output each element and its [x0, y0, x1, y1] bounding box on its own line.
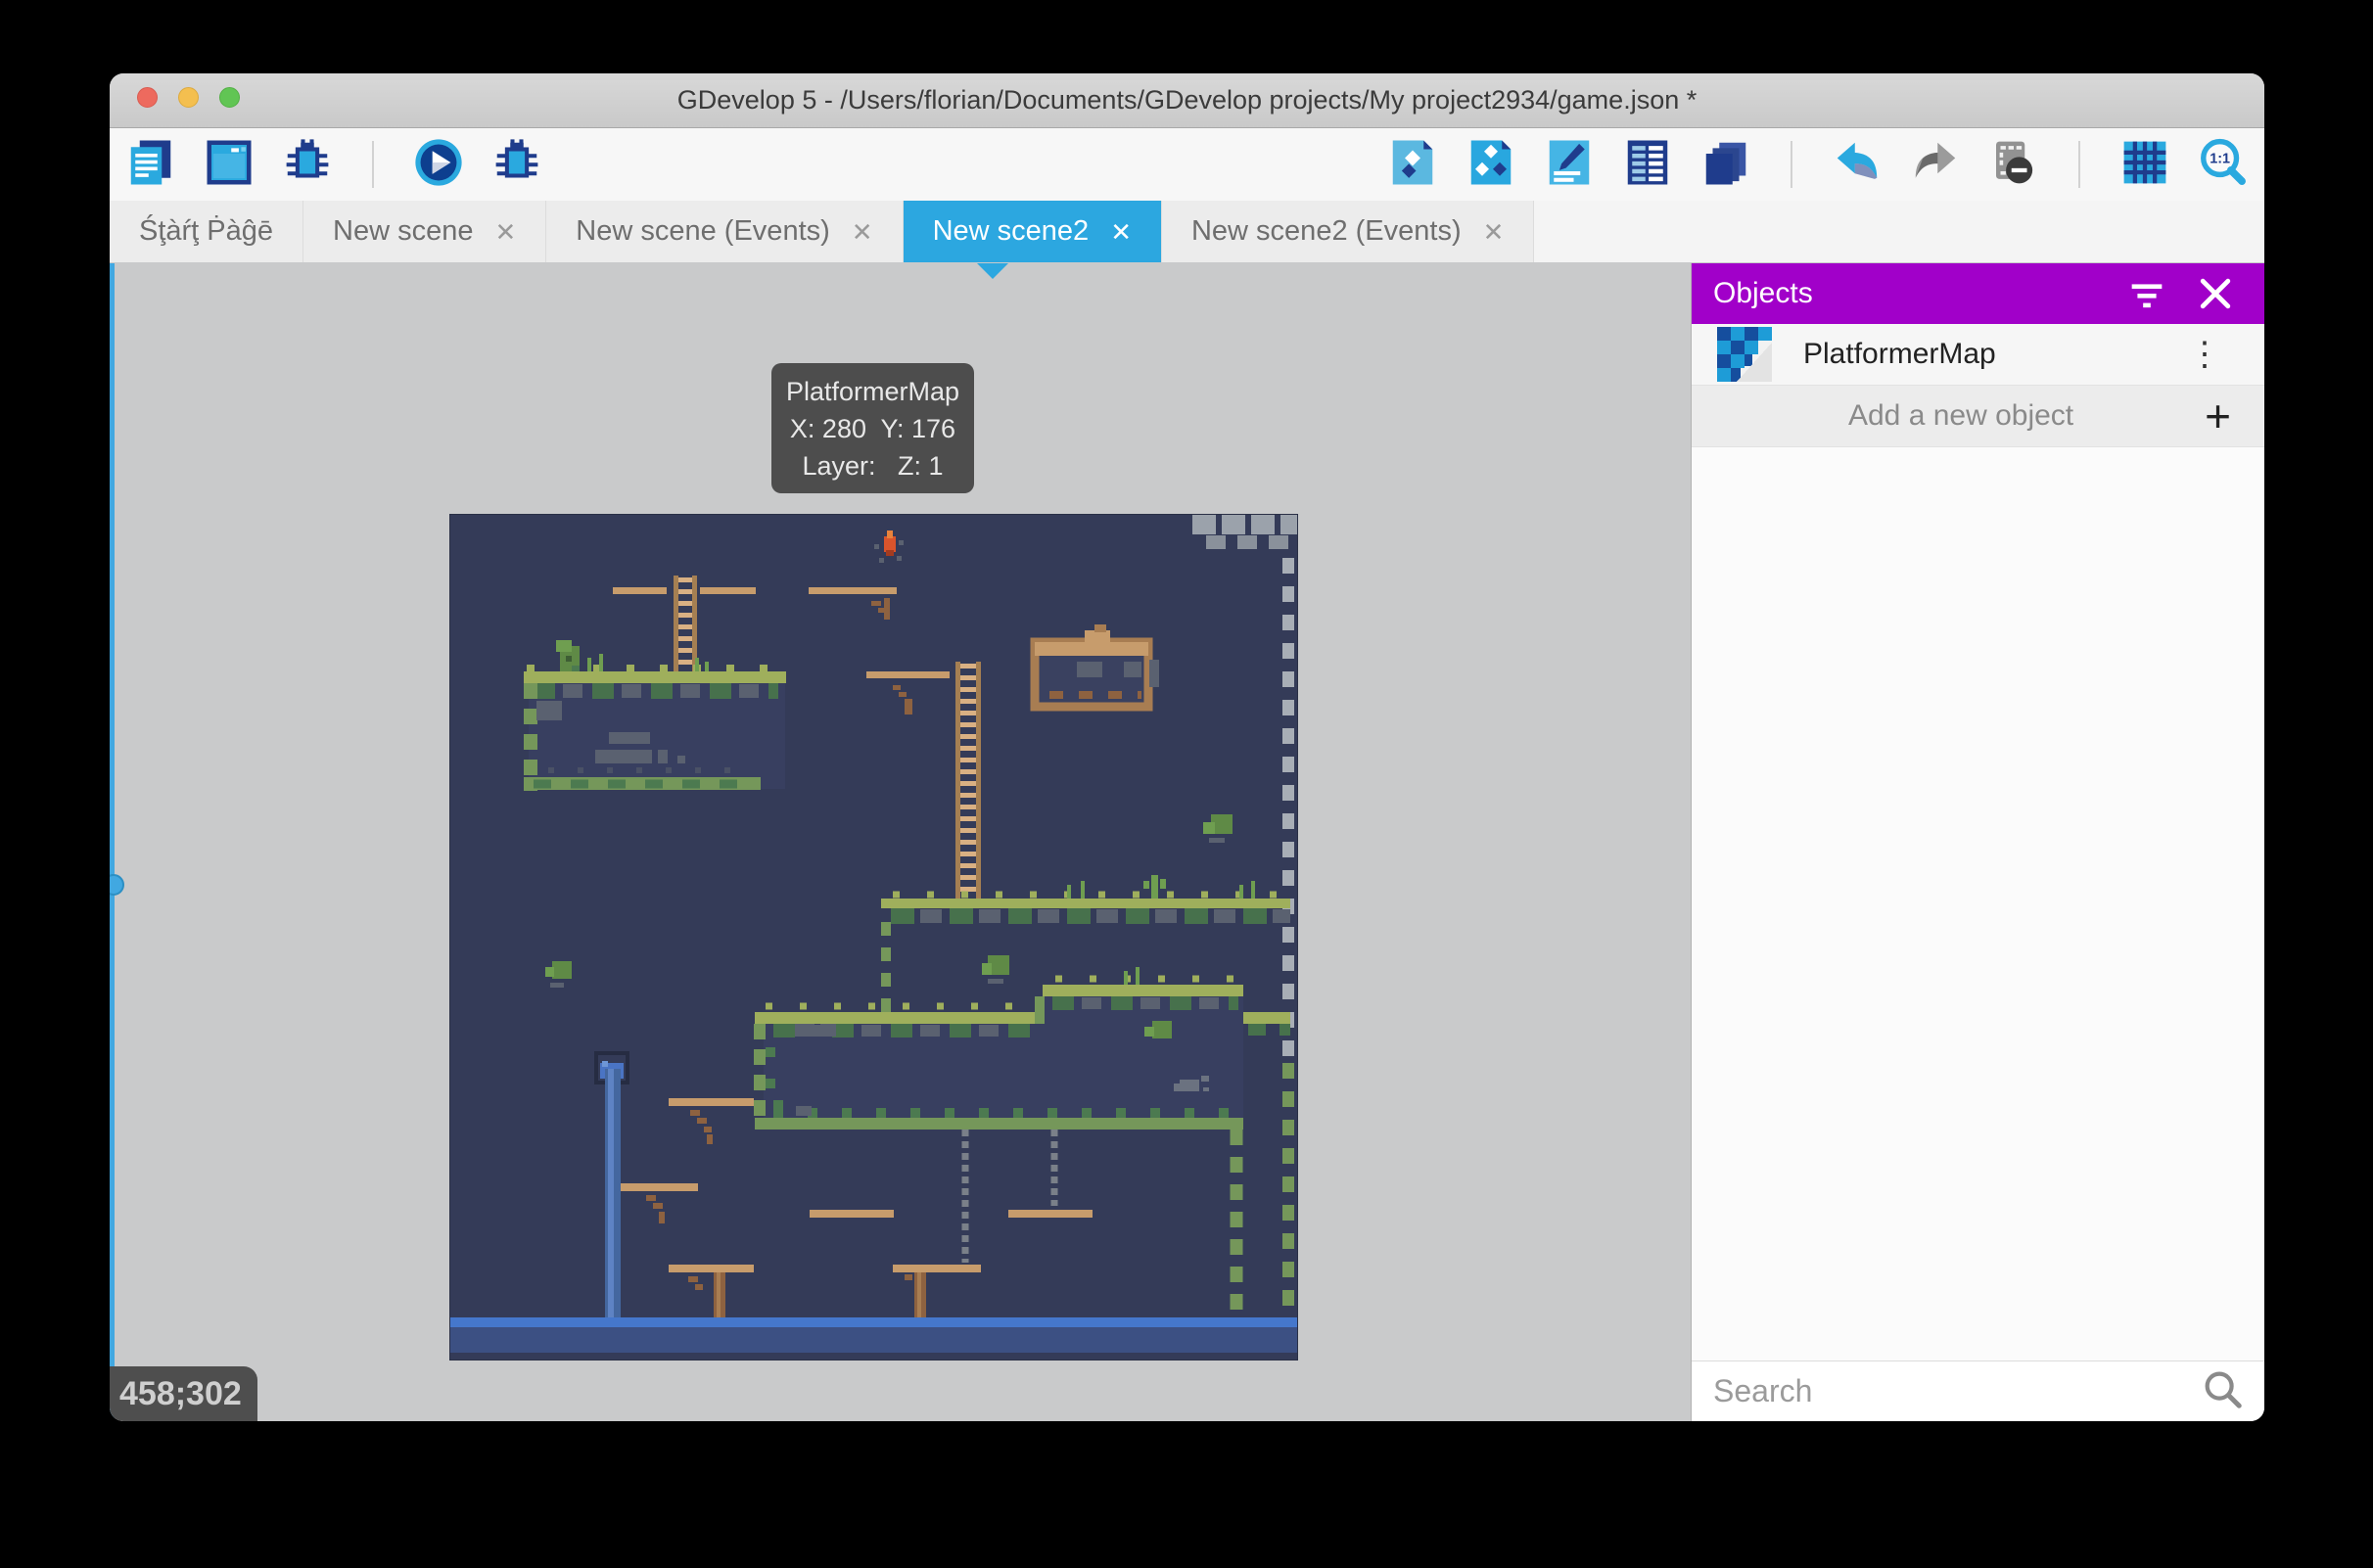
scene-window-button[interactable]: [202, 137, 256, 192]
pencil-page-icon: [1543, 136, 1596, 194]
objects-groups-button[interactable]: [1464, 137, 1518, 192]
tab-start-page[interactable]: Śţàŕţ Ṗàĝē: [110, 201, 303, 262]
mask-icon: [1987, 136, 2040, 194]
object-list-item[interactable]: PlatformerMap ⋮: [1692, 324, 2264, 386]
objects-panel-header: Objects: [1692, 263, 2264, 324]
close-tab-icon[interactable]: ✕: [1110, 219, 1132, 245]
title-bar: GDevelop 5 - /Users/florian/Documents/GD…: [110, 73, 2264, 128]
redo-button[interactable]: [1908, 137, 1963, 192]
objects-list-empty-area: [1692, 447, 2264, 1360]
add-icon: +: [2205, 393, 2239, 438]
tab-label: New scene (Events): [576, 215, 830, 248]
zoom-window-button[interactable]: [219, 87, 240, 108]
close-panel-icon[interactable]: [2188, 266, 2243, 321]
object-menu-kebab-icon[interactable]: ⋮: [2170, 338, 2239, 371]
add-new-object-label: Add a new object: [1717, 399, 2205, 433]
search-icon[interactable]: [2200, 1366, 2245, 1416]
zoom-1-1-button[interactable]: 1:1: [2196, 137, 2251, 192]
close-tab-icon[interactable]: ✕: [852, 219, 873, 245]
scene-window-icon: [203, 136, 256, 194]
scene-editor-canvas[interactable]: PlatformerMap X: 280 Y: 176 Layer: Z: 1 …: [110, 263, 1691, 1421]
objects-panel: Objects PlatformerMap ⋮ Ad: [1691, 263, 2264, 1421]
debug-button[interactable]: [280, 137, 335, 192]
object-tooltip: PlatformerMap X: 280 Y: 176 Layer: Z: 1: [771, 363, 974, 493]
tab-label: New scene2 (Events): [1191, 215, 1462, 248]
object-page-icon: [1386, 136, 1439, 194]
undo-icon: [1831, 136, 1884, 194]
editor-left-resize-guide[interactable]: [110, 263, 115, 1421]
object-thumbnail: [1717, 327, 1772, 382]
toggle-grid-button[interactable]: [2117, 137, 2172, 192]
editor-tab-bar: Śţàŕţ Ṗàĝē New scene ✕ New scene (Events…: [110, 201, 2264, 262]
add-new-object-row[interactable]: Add a new object +: [1692, 386, 2264, 447]
objects-panel-title: Objects: [1713, 277, 2106, 310]
tab-new-scene2[interactable]: New scene2 ✕: [904, 201, 1162, 262]
edit-scene-properties-button[interactable]: [1542, 137, 1597, 192]
search-input[interactable]: [1711, 1372, 2200, 1410]
gdevelop-window: GDevelop 5 - /Users/florian/Documents/GD…: [110, 73, 2264, 1421]
tab-new-scene-events[interactable]: New scene (Events) ✕: [546, 201, 903, 262]
tooltip-layer: Layer: Z: 1: [771, 447, 974, 484]
close-window-button[interactable]: [137, 87, 158, 108]
play-icon: [412, 136, 465, 194]
cursor-coordinates-badge: 458;302: [110, 1366, 257, 1421]
close-tab-icon[interactable]: ✕: [495, 219, 517, 245]
active-tab-notch: [977, 263, 1008, 279]
tab-label: New scene: [333, 215, 473, 248]
toolbar-separator: [1791, 141, 1792, 188]
bug-icon: [281, 136, 334, 194]
tab-label: Śţàŕţ Ṗàĝē: [139, 215, 273, 248]
object-name: PlatformerMap: [1803, 338, 2170, 371]
bug-icon: [490, 136, 543, 194]
toggle-mask-button[interactable]: [1986, 137, 2041, 192]
layers-icon: [1699, 136, 1752, 194]
tab-new-scene[interactable]: New scene ✕: [303, 201, 546, 262]
objects-search-bar: [1692, 1360, 2264, 1421]
objects-group-icon: [1465, 136, 1517, 194]
properties-list-button[interactable]: [1620, 137, 1675, 192]
resize-handle-dot[interactable]: [110, 874, 124, 896]
add-object-button[interactable]: [1385, 137, 1440, 192]
project-manager-icon: [124, 136, 177, 194]
window-title: GDevelop 5 - /Users/florian/Documents/GD…: [677, 85, 1697, 115]
tab-new-scene2-events[interactable]: New scene2 (Events) ✕: [1162, 201, 1534, 262]
scene-map[interactable]: [450, 515, 1297, 1360]
redo-icon: [1909, 136, 1962, 194]
tooltip-position: X: 280 Y: 176: [771, 410, 974, 447]
layers-button[interactable]: [1698, 137, 1753, 192]
toolbar-separator: [372, 141, 374, 188]
undo-button[interactable]: [1830, 137, 1884, 192]
close-tab-icon[interactable]: ✕: [1483, 219, 1505, 245]
tooltip-object-name: PlatformerMap: [771, 373, 974, 410]
tab-label: New scene2: [933, 215, 1090, 248]
toolbar-separator: [2078, 141, 2080, 188]
play-preview-button[interactable]: [411, 137, 466, 192]
grid-icon: [2118, 136, 2171, 194]
list-icon: [1621, 136, 1674, 194]
minimize-window-button[interactable]: [178, 87, 199, 108]
project-manager-button[interactable]: [123, 137, 178, 192]
debug-preview-button[interactable]: [489, 137, 544, 192]
svg-text:1:1: 1:1: [2210, 151, 2230, 166]
main-toolbar: 1:1: [110, 128, 2264, 201]
zoom-1-1-icon: 1:1: [2197, 136, 2250, 194]
filter-icon[interactable]: [2119, 266, 2174, 321]
